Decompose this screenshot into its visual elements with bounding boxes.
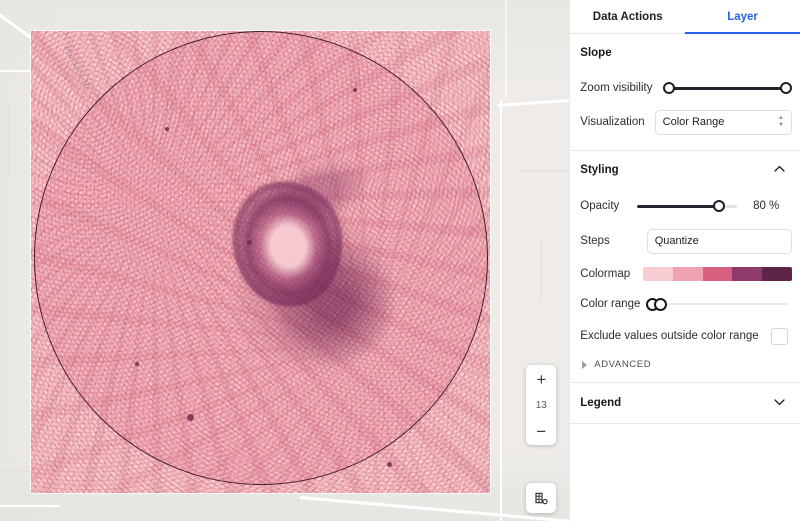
map-layers-button[interactable] (526, 483, 557, 513)
tab-layer[interactable]: Layer (685, 0, 800, 34)
terrain-dot (247, 240, 252, 245)
triangle-right-icon (582, 360, 588, 369)
road-line (0, 470, 30, 472)
legend-section-header[interactable]: Legend (570, 383, 800, 423)
terrain-dot (187, 414, 194, 421)
panel-tabs: Data Actions Layer (570, 0, 800, 34)
colormap-swatch[interactable] (643, 267, 792, 281)
terrain-dot (165, 127, 169, 131)
road-line (497, 98, 570, 107)
opacity-slider[interactable] (637, 198, 738, 214)
zoom-out-button[interactable]: − (526, 417, 556, 445)
chevron-down-icon[interactable] (774, 398, 785, 409)
terrain-dot (135, 362, 139, 366)
slope-section-title: Slope (580, 47, 612, 59)
advanced-label: ADVANCED (594, 359, 652, 370)
exclude-values-row: Exclude values outside color range (570, 319, 800, 353)
color-range-row: Color range (570, 289, 800, 319)
exclude-values-label: Exclude values outside color range (580, 330, 759, 342)
zoom-visibility-label: Zoom visibility (580, 82, 653, 94)
terrain-dot (387, 462, 392, 467)
map-zoom-controls[interactable]: + 13 − (526, 365, 557, 445)
colormap-label: Colormap (580, 268, 631, 280)
slope-raster-circle (31, 31, 490, 493)
road-line (8, 105, 10, 175)
road-line (505, 0, 507, 100)
slope-section: Slope Zoom visibility Visualization Colo… (570, 34, 800, 150)
colormap-step (762, 267, 792, 281)
zoom-level-display: 13 (535, 399, 547, 411)
zoom-visibility-row: Zoom visibility (570, 72, 800, 104)
section-divider (570, 423, 800, 424)
steps-label: Steps (580, 235, 610, 247)
color-range-label: Color range (580, 298, 641, 310)
visualization-label: Visualization (580, 116, 645, 128)
colormap-step (702, 267, 733, 281)
visualization-row: Visualization Color Range ▲ ▼ (570, 104, 800, 140)
colormap-row: Colormap (570, 259, 800, 289)
app-root: Mandarin Dr + 13 − Data Actions Layer Sl… (0, 0, 800, 521)
zoom-visibility-slider[interactable] (662, 80, 792, 96)
road-line (540, 240, 542, 300)
steps-value: Quantize (654, 235, 699, 247)
steps-row: Steps Quantize (570, 223, 800, 259)
opacity-row: Opacity 80 % (570, 189, 800, 223)
road-line (0, 70, 34, 72)
styling-section-header[interactable]: Styling (570, 151, 800, 189)
opacity-handle[interactable] (713, 200, 726, 212)
slope-raster-layer[interactable] (31, 31, 490, 493)
slider-track-filled (637, 204, 720, 208)
road-line (500, 100, 502, 521)
opacity-label: Opacity (580, 200, 620, 212)
zoom-in-button[interactable]: + (526, 365, 556, 393)
color-range-handle-high[interactable] (654, 297, 668, 311)
color-range-slider[interactable] (646, 296, 792, 312)
slider-track (668, 86, 786, 90)
color-range-track (646, 303, 788, 305)
road-line (520, 170, 570, 172)
zoom-visibility-handle-max[interactable] (780, 82, 792, 94)
tab-data-actions[interactable]: Data Actions (570, 0, 685, 33)
chevron-up-icon[interactable] (774, 165, 785, 176)
advanced-toggle[interactable]: ADVANCED (570, 353, 800, 382)
slope-section-header: Slope (570, 34, 800, 72)
zoom-visibility-handle-min[interactable] (662, 82, 675, 94)
opacity-value: 80 % (753, 200, 780, 212)
exclude-values-checkbox[interactable] (771, 327, 788, 345)
road-line (0, 505, 60, 507)
colormap-step (643, 267, 673, 281)
stepper-icon: ▲ ▼ (778, 115, 784, 128)
legend-section: Legend (570, 383, 800, 424)
map-canvas[interactable]: Mandarin Dr + 13 − (0, 0, 570, 521)
styling-section-title: Styling (580, 164, 619, 176)
steps-select[interactable]: Quantize (646, 228, 792, 254)
visualization-value: Color Range (662, 116, 725, 128)
legend-section-title: Legend (580, 397, 622, 409)
terrain-dot (353, 88, 357, 92)
map-layers-icon (535, 492, 548, 505)
visualization-select[interactable]: Color Range ▲ ▼ (654, 109, 792, 135)
layer-settings-panel: Data Actions Layer Slope Zoom visibility… (569, 0, 800, 521)
styling-section: Styling Opacity 80 % Steps Quantize Colo… (570, 151, 800, 382)
colormap-step (672, 267, 703, 281)
colormap-step (732, 267, 763, 281)
